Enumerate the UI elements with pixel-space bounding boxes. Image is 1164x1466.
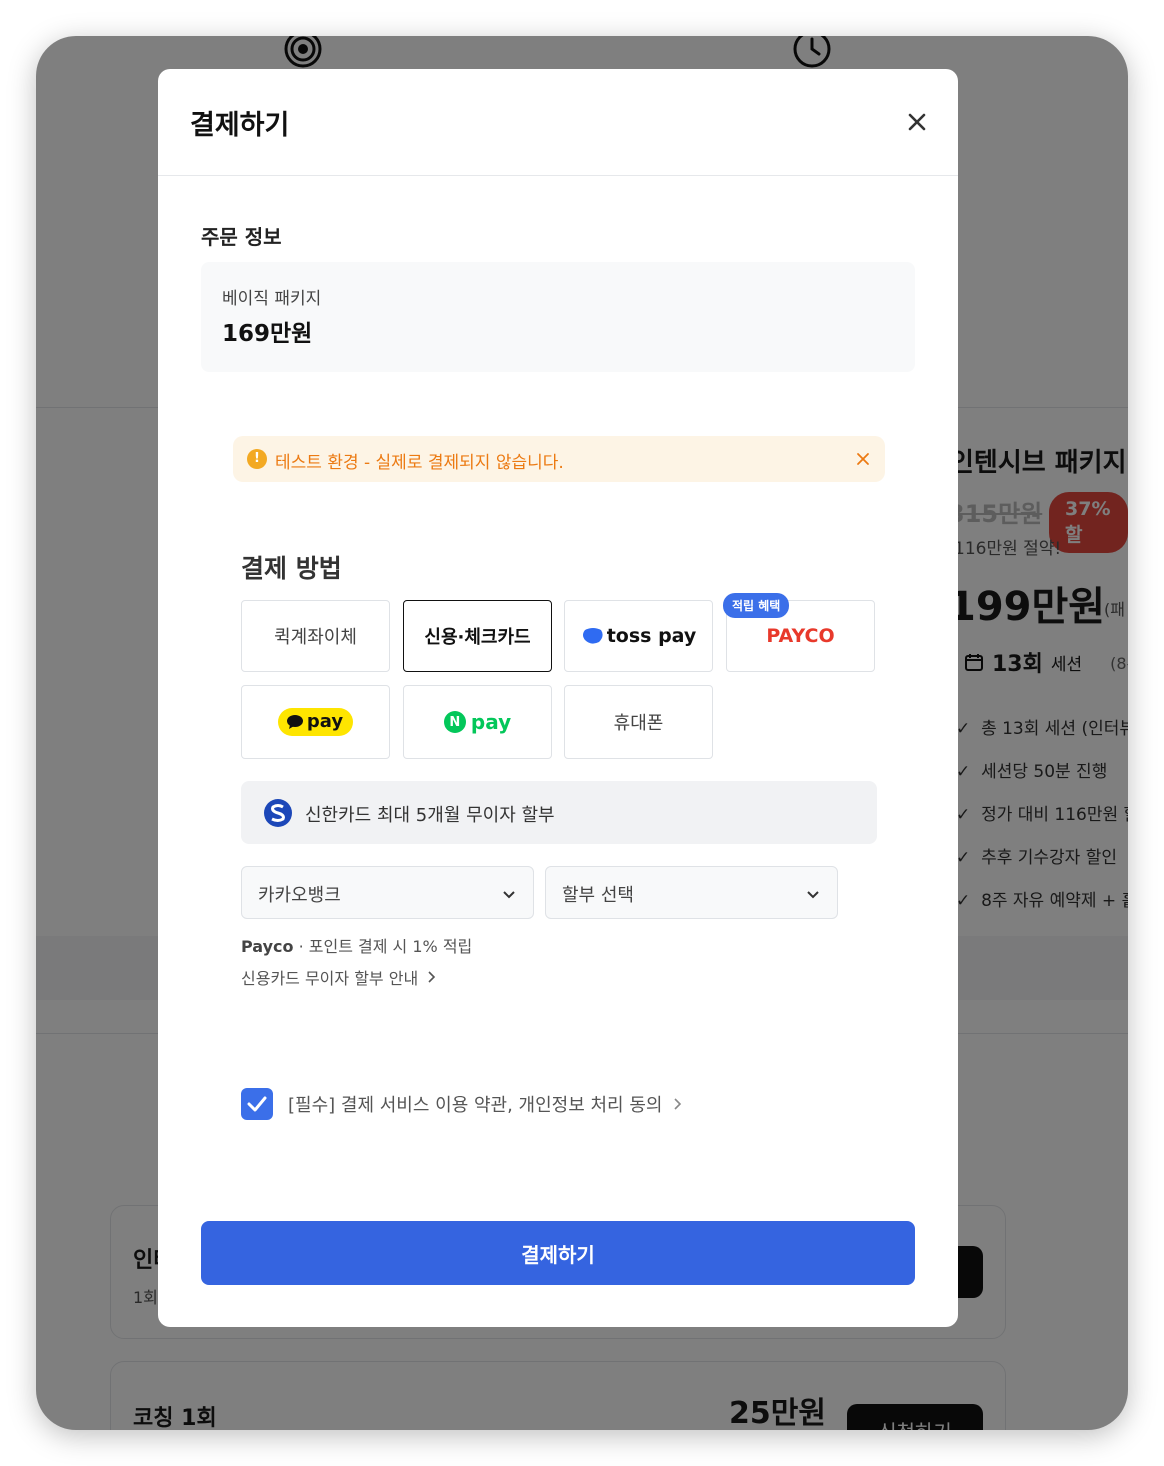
method-card[interactable]: 신용·체크카드 [403, 600, 552, 672]
chevron-right-icon [428, 971, 436, 983]
method-kakaopay[interactable]: pay [241, 685, 390, 759]
close-icon[interactable] [904, 109, 930, 135]
modal-header: 결제하기 [158, 69, 958, 176]
method-quick-transfer[interactable]: 퀵계좌이체 [241, 600, 390, 672]
agree-terms-link[interactable]: [필수] 결제 서비스 이용 약관, 개인정보 처리 동의 [288, 1091, 684, 1117]
bank-select-value: 카카오뱅크 [258, 885, 341, 906]
method-tosspay[interactable]: toss pay [564, 600, 713, 672]
modal-title: 결제하기 [190, 110, 290, 141]
order-summary: 베이직 패키지 169만원 [201, 262, 915, 372]
promo-banner: 신한카드 최대 5개월 무이자 할부 [241, 781, 877, 844]
agree-checkbox[interactable] [241, 1088, 273, 1120]
shinhan-logo-icon [264, 799, 292, 827]
chevron-right-icon [674, 1098, 682, 1110]
npay-logo: N pay [443, 710, 511, 734]
kakaopay-logo: pay [277, 708, 354, 736]
payco-note-text: · 포인트 결제 시 1% 적립 [293, 937, 473, 956]
reward-badge: 적립 혜택 [723, 593, 790, 618]
payment-method-title: 결제 방법 [241, 554, 342, 583]
chevron-down-icon [503, 891, 515, 899]
payco-note: Payco · 포인트 결제 시 1% 적립 [241, 933, 472, 957]
order-price: 169만원 [222, 321, 313, 347]
naver-n-icon: N [443, 711, 466, 733]
alert-close-icon[interactable] [855, 451, 871, 467]
tosspay-label: toss pay [606, 625, 697, 647]
installment-select-value: 할부 선택 [562, 885, 634, 906]
method-phone[interactable]: 휴대폰 [564, 685, 713, 759]
test-env-alert: ! 테스트 환경 - 실제로 결제되지 않습니다. [233, 436, 885, 482]
warning-icon: ! [247, 449, 267, 469]
payco-note-brand: Payco [241, 937, 294, 956]
check-icon [247, 1096, 267, 1112]
chevron-down-icon [807, 891, 819, 899]
order-section-title: 주문 정보 [201, 225, 282, 249]
promo-text: 신한카드 최대 5개월 무이자 할부 [305, 805, 555, 826]
payment-modal: 결제하기 주문 정보 베이직 패키지 169만원 ! 테스트 환경 - 실제로 … [158, 69, 958, 1327]
pay-button[interactable]: 결제하기 [201, 1221, 915, 1285]
order-product-name: 베이직 패키지 [222, 289, 322, 309]
installment-guide-link[interactable]: 신용카드 무이자 할부 안내 [241, 965, 438, 989]
bank-select[interactable]: 카카오뱅크 [241, 866, 534, 919]
toss-logo-icon [582, 628, 603, 644]
method-npay[interactable]: N pay [403, 685, 552, 759]
installment-select[interactable]: 할부 선택 [545, 866, 838, 919]
installment-guide-label: 신용카드 무이자 할부 안내 [241, 969, 419, 988]
agree-text: [필수] 결제 서비스 이용 약관, 개인정보 처리 동의 [288, 1095, 663, 1116]
payco-logo: PAYCO [766, 625, 835, 647]
alert-text: 테스트 환경 - 실제로 결제되지 않습니다. [275, 453, 564, 473]
kakao-bubble-icon [286, 714, 303, 729]
